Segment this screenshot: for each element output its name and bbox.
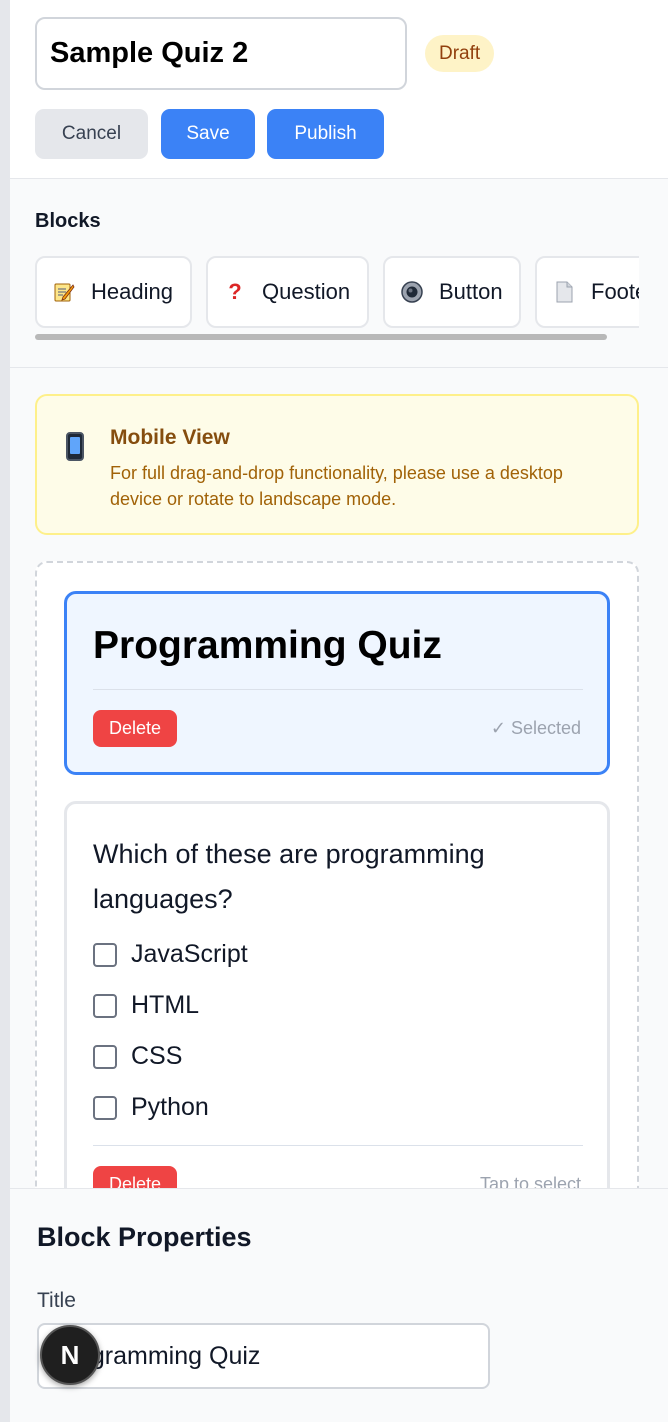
question-mark-icon: ? xyxy=(228,279,242,304)
quiz-title-input[interactable]: Sample Quiz 2 xyxy=(35,17,407,90)
block-heading[interactable]: Heading xyxy=(35,256,192,328)
mobile-view-notice: Mobile View For full drag-and-drop funct… xyxy=(35,394,639,535)
block-button[interactable]: Button xyxy=(383,256,521,328)
selected-label: ✓ Selected xyxy=(490,718,581,738)
cancel-button[interactable]: Cancel xyxy=(35,109,148,159)
option-item[interactable]: Python xyxy=(93,1093,209,1122)
divider xyxy=(93,689,583,690)
status-badge: Draft xyxy=(425,35,495,72)
quiz-editor: Sample Quiz 2 Draft Cancel Save Publish … xyxy=(10,0,668,1422)
option-label: CSS xyxy=(131,1042,183,1070)
palette-scrollbar[interactable] xyxy=(35,334,607,340)
option-label: HTML xyxy=(131,991,200,1019)
publish-button[interactable]: Publish xyxy=(267,109,384,159)
title-field-input[interactable]: Programming Quiz xyxy=(37,1323,490,1389)
blocks-palette-section: Blocks Heading ? Question Button Foot xyxy=(10,180,668,368)
block-footer-label: Footer xyxy=(591,279,639,304)
memo-icon xyxy=(51,279,77,305)
block-heading-label: Heading xyxy=(91,279,173,304)
blocks-title: Blocks xyxy=(35,210,101,232)
block-button-label: Button xyxy=(439,279,503,304)
heading-block[interactable]: Programming Quiz Delete ✓ Selected xyxy=(64,591,610,775)
option-item[interactable]: HTML xyxy=(93,991,199,1020)
block-footer[interactable]: Footer xyxy=(535,256,639,328)
block-question-label: Question xyxy=(262,279,351,304)
heading-block-text: Programming Quiz xyxy=(93,624,442,667)
checkbox[interactable] xyxy=(93,942,117,967)
mobile-phone-icon xyxy=(66,432,84,461)
question-text: Which of these are programming languages… xyxy=(93,839,485,914)
option-item[interactable]: JavaScript xyxy=(93,940,248,969)
option-label: JavaScript xyxy=(131,940,248,968)
option-item[interactable]: CSS xyxy=(93,1042,182,1071)
dev-tools-button[interactable]: N xyxy=(40,1325,100,1385)
radio-button-icon xyxy=(399,279,425,305)
divider xyxy=(93,1145,583,1146)
checkbox[interactable] xyxy=(93,1044,117,1069)
checkbox[interactable] xyxy=(93,993,117,1018)
delete-button[interactable]: Delete xyxy=(93,710,177,747)
save-button[interactable]: Save xyxy=(161,109,255,159)
editor-header: Sample Quiz 2 Draft Cancel Save Publish xyxy=(10,0,668,179)
properties-title: Block Properties xyxy=(37,1222,252,1252)
page-icon xyxy=(551,279,577,305)
block-question[interactable]: ? Question xyxy=(206,256,369,328)
title-field-label: Title xyxy=(37,1289,76,1312)
option-label: Python xyxy=(131,1093,209,1121)
notice-text: For full drag-and-drop functionality, pl… xyxy=(110,463,563,509)
blocks-palette[interactable]: Heading ? Question Button Footer xyxy=(35,256,639,330)
notice-title: Mobile View xyxy=(110,426,230,449)
checkbox[interactable] xyxy=(93,1095,117,1120)
quiz-canvas[interactable]: Programming Quiz Delete ✓ Selected Which… xyxy=(35,561,639,1261)
block-properties-panel: Block Properties Title Programming Quiz xyxy=(10,1188,668,1422)
